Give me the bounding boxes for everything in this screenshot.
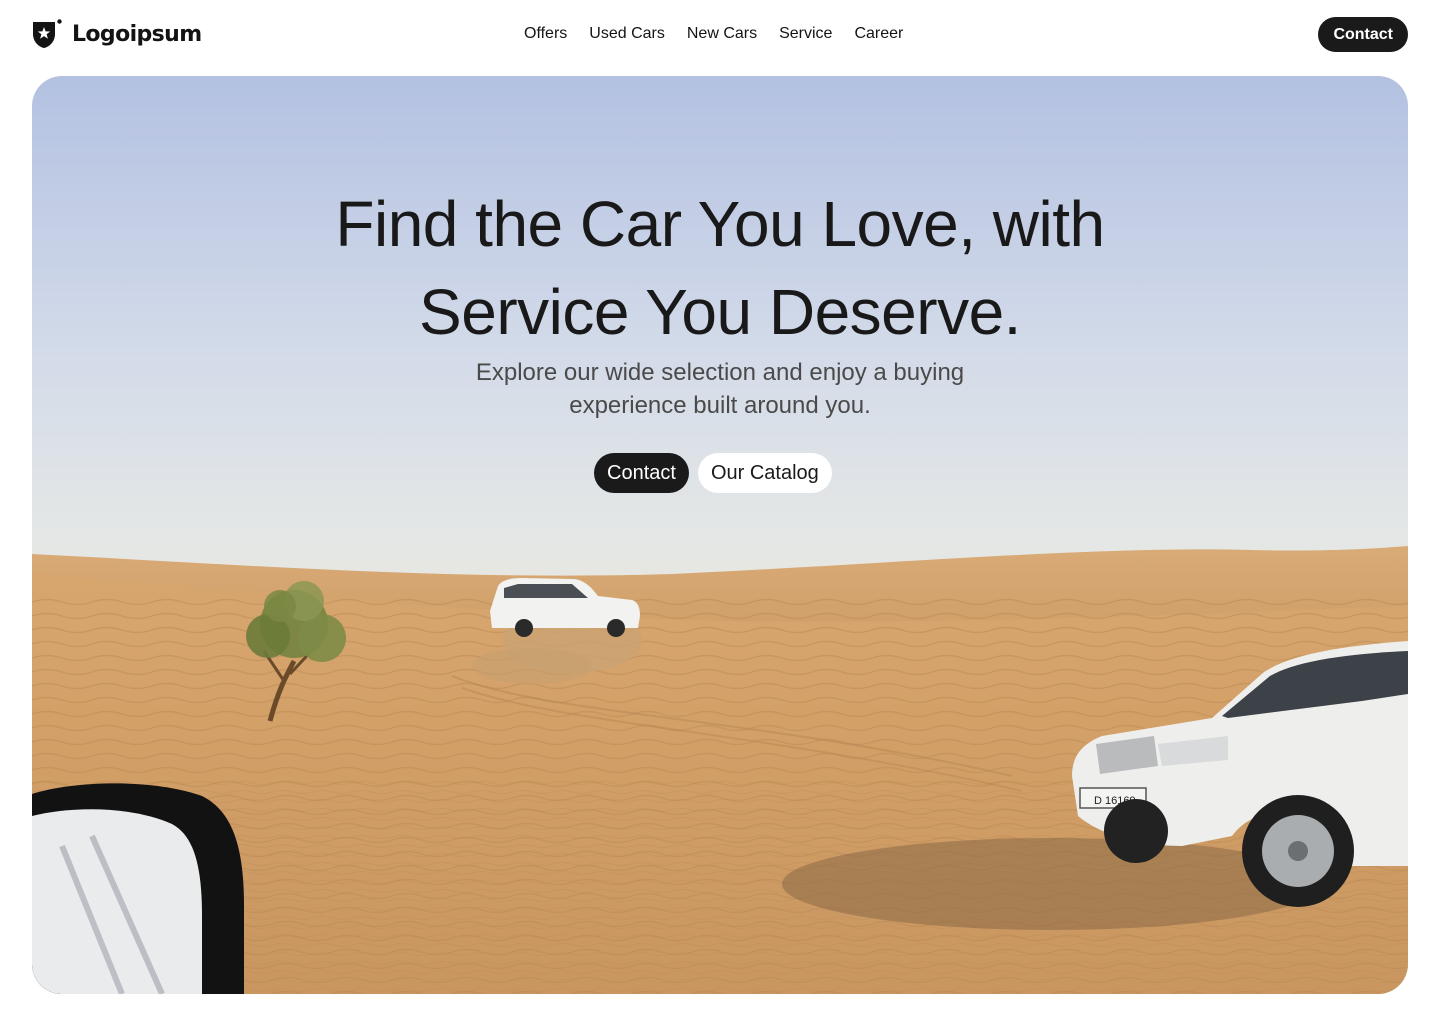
catalog-button[interactable]: Our Catalog <box>697 453 832 493</box>
nav-item-career[interactable]: Career <box>854 24 903 44</box>
hero-section: D 16169 Find the Car You Love, with Serv… <box>32 76 1408 994</box>
header-contact-button[interactable]: Contact <box>1318 17 1408 52</box>
hero-title: Find the Car You Love, with Service You … <box>32 180 1408 356</box>
hero-contact-button[interactable]: Contact <box>594 453 689 493</box>
hero-title-line-1: Find the Car You Love, with <box>335 188 1105 260</box>
site-header: Logoipsum Offers Used Cars New Cars Serv… <box>0 0 1440 70</box>
side-mirror <box>32 783 244 994</box>
hero-actions: Contact Our Catalog <box>594 453 832 493</box>
hero-title-line-2: Service You Deserve. <box>419 276 1021 348</box>
brand-name: Logoipsum <box>72 21 202 47</box>
shield-star-icon <box>33 19 62 48</box>
brand-logo[interactable]: Logoipsum <box>32 18 202 50</box>
nav-item-used-cars[interactable]: Used Cars <box>589 24 665 44</box>
nav-item-service[interactable]: Service <box>779 24 832 44</box>
main-nav: Offers Used Cars New Cars Service Career <box>524 24 903 44</box>
nav-item-offers[interactable]: Offers <box>524 24 567 44</box>
nav-item-new-cars[interactable]: New Cars <box>687 24 757 44</box>
hero-subtitle: Explore our wide selection and enjoy a b… <box>475 359 965 419</box>
